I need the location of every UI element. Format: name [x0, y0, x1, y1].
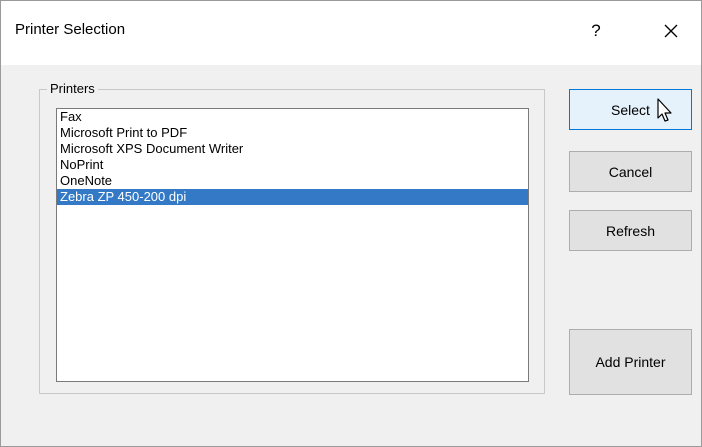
cancel-button[interactable]: Cancel: [569, 151, 692, 192]
printer-selection-dialog: Printer Selection ? Printers Fax Microso…: [0, 0, 702, 447]
close-button[interactable]: [651, 11, 691, 51]
dialog-title: Printer Selection: [15, 21, 126, 38]
title-bar: Printer Selection ?: [1, 1, 701, 65]
printer-list-item[interactable]: Microsoft XPS Document Writer: [57, 141, 528, 157]
mouse-pointer-icon: [657, 98, 672, 122]
close-icon: [664, 24, 678, 38]
printers-listbox[interactable]: Fax Microsoft Print to PDF Microsoft XPS…: [56, 108, 529, 382]
add-printer-button[interactable]: Add Printer: [569, 329, 692, 395]
refresh-button[interactable]: Refresh: [569, 210, 692, 251]
printers-group-label: Printers: [47, 81, 98, 96]
printer-list-item-selected[interactable]: Zebra ZP 450-200 dpi: [57, 189, 528, 205]
help-icon: ?: [591, 21, 601, 40]
help-button[interactable]: ?: [576, 11, 616, 51]
printer-list-item[interactable]: Microsoft Print to PDF: [57, 125, 528, 141]
printer-list-item[interactable]: Fax: [57, 109, 528, 125]
printer-list-item[interactable]: OneNote: [57, 173, 528, 189]
printer-list-item[interactable]: NoPrint: [57, 157, 528, 173]
